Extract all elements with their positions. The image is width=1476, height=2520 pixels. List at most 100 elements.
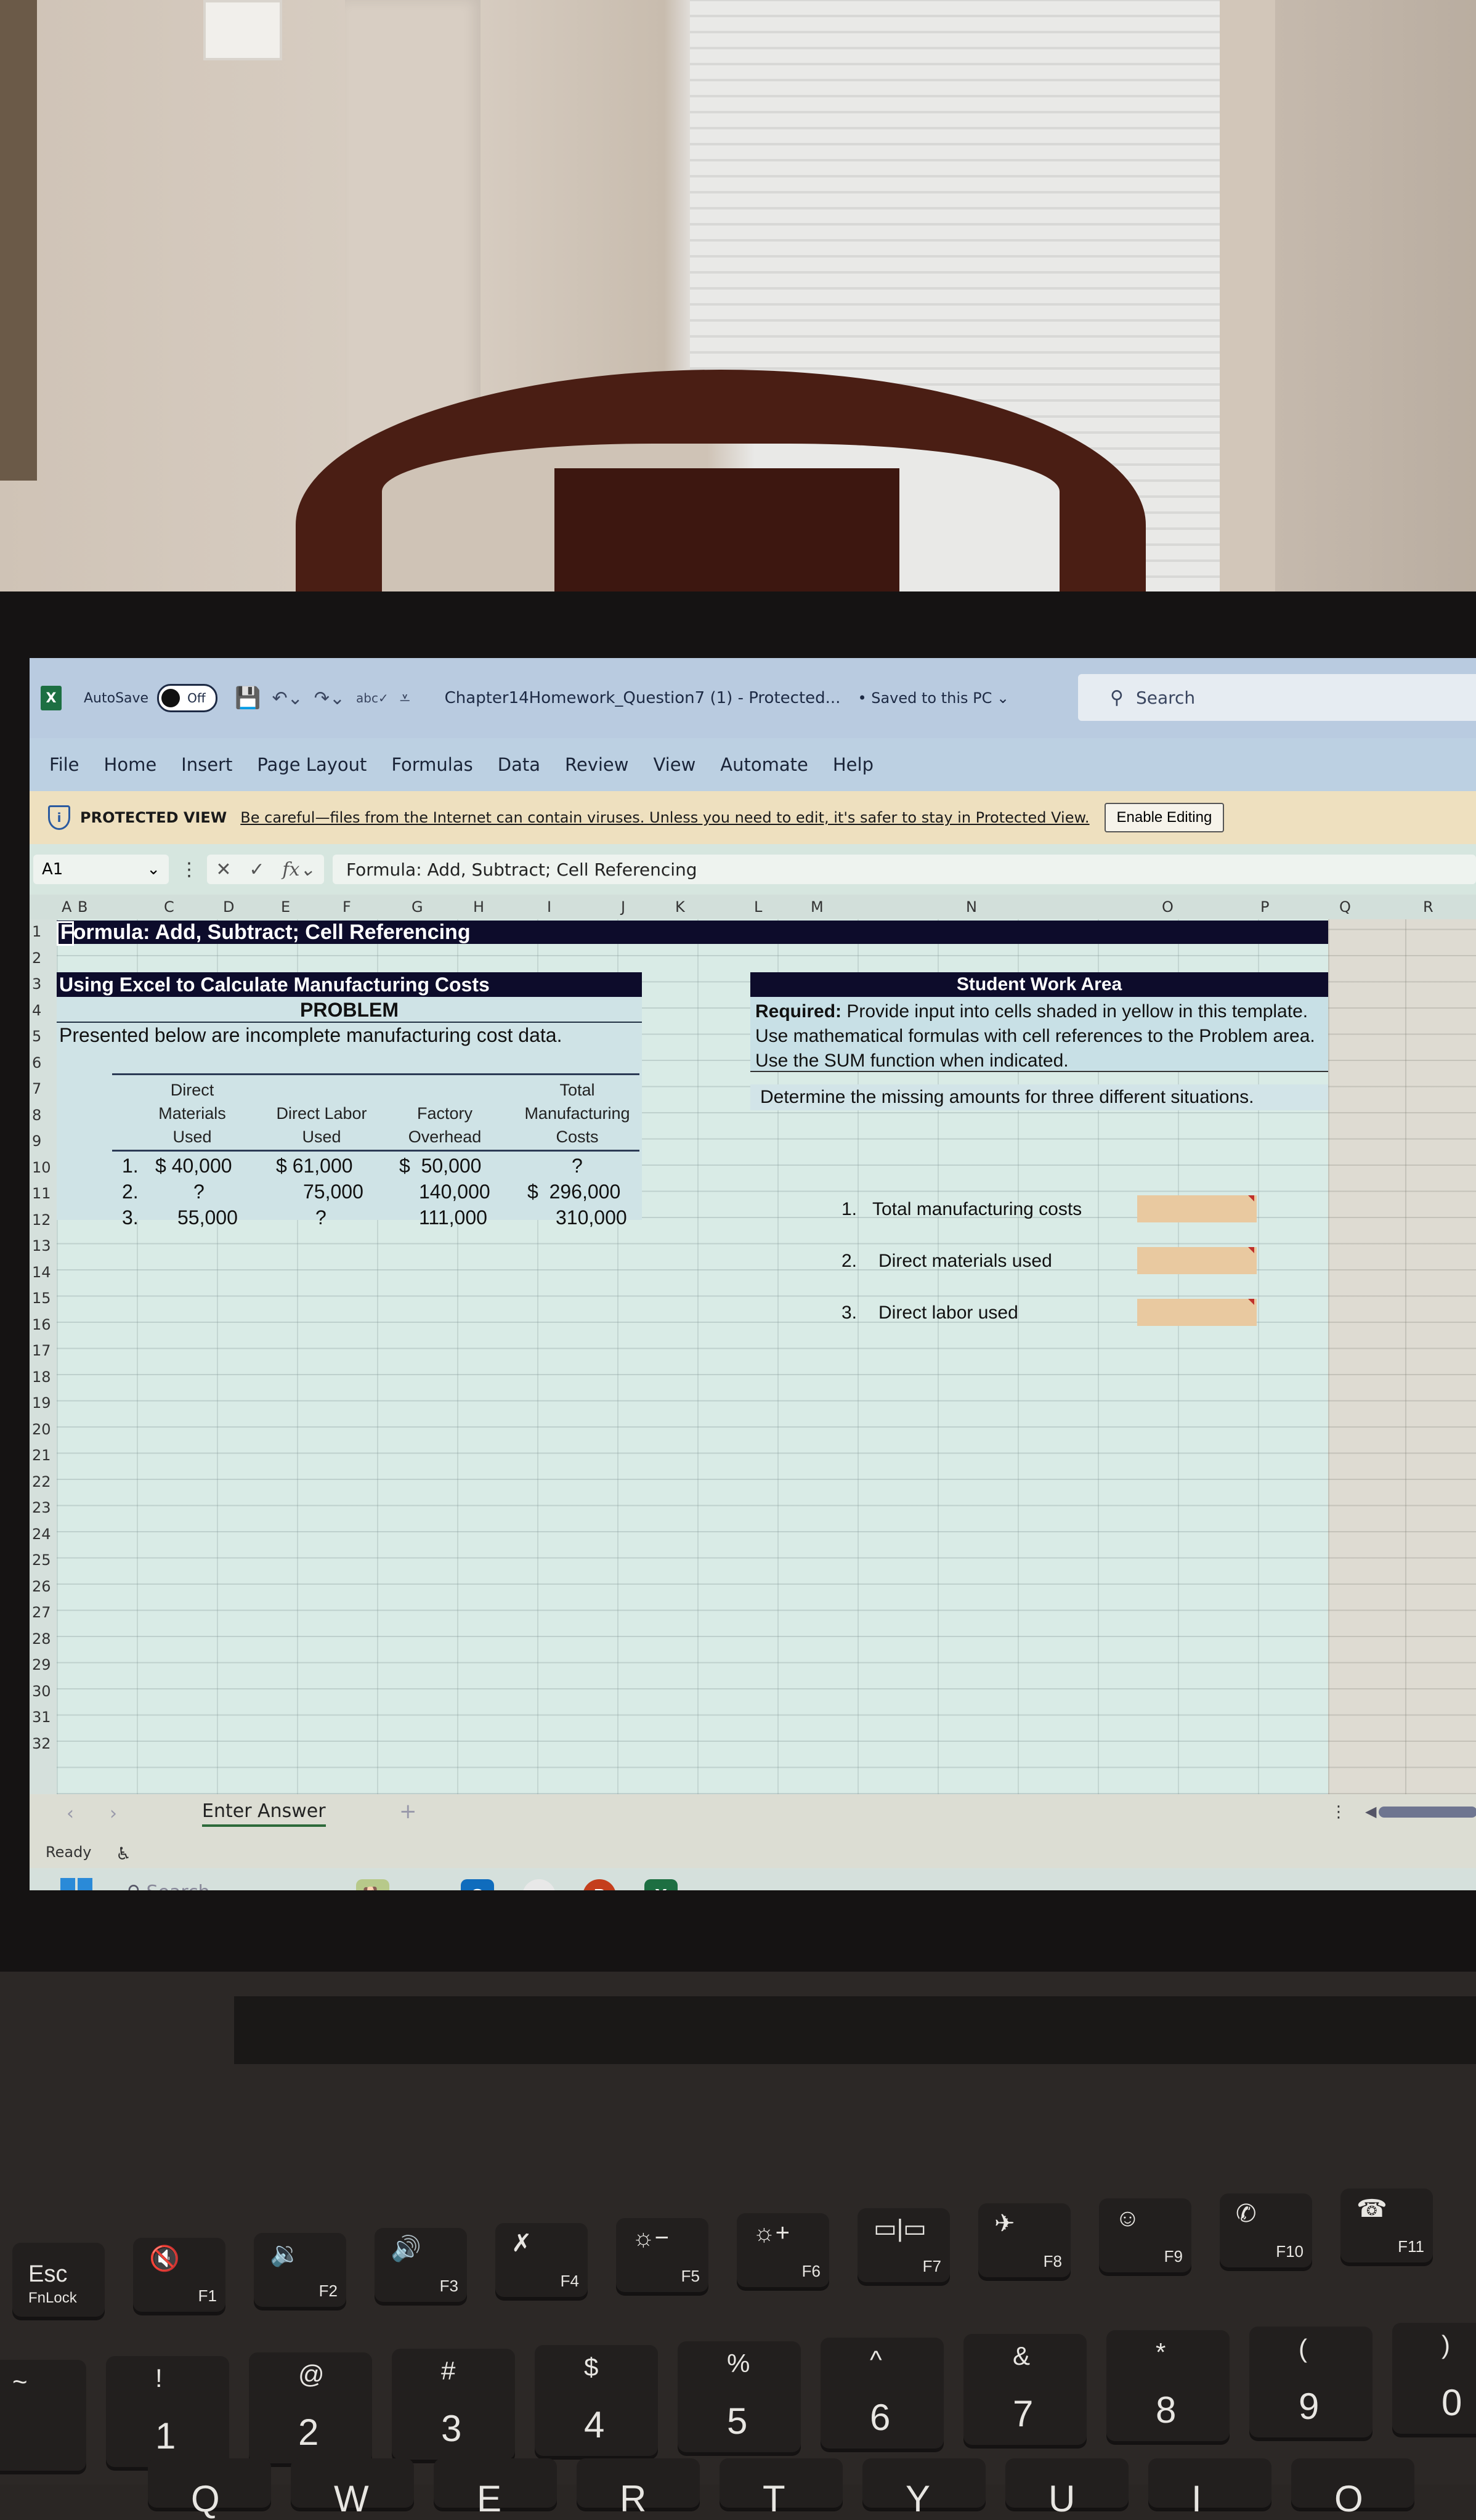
row-header[interactable]: 3 <box>32 975 41 993</box>
taskbar-search[interactable]: ⚲ Search <box>127 1882 210 1890</box>
key-0[interactable]: ) 0 <box>1392 2323 1476 2434</box>
key-w[interactable]: W <box>291 2458 414 2519</box>
undo-icon[interactable]: ↶⌄ <box>272 688 302 709</box>
key-esc[interactable]: Esc FnLock <box>12 2243 105 2317</box>
row-header[interactable]: 31 <box>32 1709 51 1726</box>
more-options-icon[interactable]: ⋮ <box>1331 1803 1347 1821</box>
column-header[interactable]: C <box>164 898 174 916</box>
key-3[interactable]: # 3 <box>392 2349 515 2460</box>
key-f8[interactable]: ✈ F8 <box>978 2203 1071 2277</box>
column-header[interactable]: R <box>1423 898 1433 916</box>
row-header[interactable]: 14 <box>32 1264 51 1281</box>
row-header[interactable]: 1 <box>32 923 41 940</box>
row-header[interactable]: 32 <box>32 1735 51 1752</box>
key-i[interactable]: I <box>1148 2458 1271 2519</box>
column-header[interactable]: J <box>621 898 625 916</box>
row-header[interactable]: 12 <box>32 1211 51 1229</box>
column-header[interactable]: Q <box>1339 898 1351 916</box>
excel-taskbar-icon[interactable]: X <box>644 1879 678 1890</box>
save-status[interactable]: • Saved to this PC ⌄ <box>858 689 1009 707</box>
direct-materials-cell[interactable]: $ 40,000 <box>155 1153 232 1178</box>
row-header[interactable]: 28 <box>32 1630 51 1648</box>
powerpoint-icon[interactable]: P <box>583 1879 616 1890</box>
search-input[interactable]: ⚲ Search <box>1078 674 1476 721</box>
tab-formulas[interactable]: Formulas <box>391 754 472 775</box>
active-cell-a1[interactable] <box>57 921 74 946</box>
row-header[interactable]: 9 <box>32 1132 41 1150</box>
row-header[interactable]: 17 <box>32 1342 51 1359</box>
horizontal-scrollbar[interactable] <box>1379 1807 1476 1818</box>
customize-toolbar-icon[interactable]: ⩡ <box>400 688 410 709</box>
direct-materials-cell[interactable]: ? <box>193 1179 205 1204</box>
spelling-icon[interactable]: abc✓ <box>356 691 389 705</box>
column-header[interactable]: A <box>62 898 71 916</box>
key-q[interactable]: Q <box>148 2458 271 2519</box>
tab-view[interactable]: View <box>653 754 695 775</box>
save-icon[interactable]: 💾 <box>235 686 261 710</box>
row-header[interactable]: 13 <box>32 1237 51 1254</box>
tab-insert[interactable]: Insert <box>181 754 232 775</box>
row-header[interactable]: 5 <box>32 1028 41 1045</box>
row-header[interactable]: 29 <box>32 1656 51 1673</box>
windows-start-icon[interactable] <box>60 1878 92 1890</box>
key-r[interactable]: R <box>577 2458 700 2519</box>
direct-materials-cell[interactable]: 55,000 <box>177 1205 238 1230</box>
accessibility-icon[interactable]: ♿ <box>116 1843 131 1864</box>
key-7[interactable]: & 7 <box>963 2334 1087 2445</box>
row-header[interactable]: 19 <box>32 1394 51 1412</box>
column-header[interactable]: N <box>966 898 977 916</box>
key-1[interactable]: ! 1 <box>106 2356 229 2467</box>
direct-labor-cell[interactable]: 75,000 <box>303 1179 363 1204</box>
key-9[interactable]: ( 9 <box>1249 2327 1373 2437</box>
row-header[interactable]: 8 <box>32 1107 41 1124</box>
row-header[interactable]: 10 <box>32 1159 51 1176</box>
key-f11[interactable]: ☎ F11 <box>1340 2189 1433 2262</box>
row-header[interactable]: 22 <box>32 1473 51 1490</box>
column-header[interactable]: F <box>343 898 351 916</box>
tab-review[interactable]: Review <box>565 754 628 775</box>
factory-overhead-cell[interactable]: 140,000 <box>419 1179 490 1204</box>
row-header[interactable]: 18 <box>32 1368 51 1386</box>
enable-editing-button[interactable]: Enable Editing <box>1104 803 1225 832</box>
row-header[interactable]: 11 <box>32 1185 51 1202</box>
factory-overhead-cell[interactable]: $ 50,000 <box>399 1153 481 1178</box>
key-o[interactable]: O <box>1291 2458 1414 2519</box>
more-options-icon[interactable]: ⋮ <box>180 859 198 880</box>
column-header[interactable]: D <box>223 898 234 916</box>
factory-overhead-cell[interactable]: 111,000 <box>419 1205 487 1230</box>
key-f7[interactable]: ▭|▭ F7 <box>858 2208 950 2282</box>
key-4[interactable]: $ 4 <box>535 2345 658 2456</box>
add-sheet-icon[interactable]: + <box>399 1799 417 1824</box>
key-2[interactable]: @ 2 <box>249 2352 372 2463</box>
key-5[interactable]: % 5 <box>678 2341 801 2452</box>
key-6[interactable]: ^ 6 <box>821 2338 944 2449</box>
column-header[interactable]: H <box>473 898 484 916</box>
previous-sheet-icon[interactable]: ‹ <box>67 1803 74 1824</box>
tab-automate[interactable]: Automate <box>720 754 808 775</box>
key-f1[interactable]: 🔇 F1 <box>133 2238 225 2312</box>
row-header[interactable]: 7 <box>32 1080 41 1097</box>
total-cost-cell[interactable]: ? <box>572 1153 583 1178</box>
key-f10[interactable]: ✆ F10 <box>1220 2193 1312 2267</box>
column-header[interactable]: G <box>412 898 423 916</box>
scroll-left-icon[interactable]: ◀ <box>1365 1803 1376 1820</box>
key-u[interactable]: U <box>1005 2458 1129 2519</box>
key-tilde[interactable]: ~ <box>0 2360 86 2471</box>
tab-page-layout[interactable]: Page Layout <box>257 754 367 775</box>
tab-help[interactable]: Help <box>833 754 874 775</box>
row-header[interactable]: 30 <box>32 1683 51 1700</box>
formula-input[interactable]: Formula: Add, Subtract; Cell Referencing <box>333 855 1476 884</box>
row-header[interactable]: 25 <box>32 1551 51 1569</box>
answer-direct-materials-used[interactable] <box>1137 1247 1257 1274</box>
key-8[interactable]: * 8 <box>1106 2330 1230 2441</box>
row-header[interactable]: 21 <box>32 1447 51 1464</box>
column-header[interactable]: M <box>811 898 824 916</box>
answer-total-manufacturing-costs[interactable] <box>1137 1195 1257 1222</box>
confirm-icon[interactable]: ✓ <box>249 859 264 880</box>
direct-labor-cell[interactable]: ? <box>315 1205 326 1230</box>
autosave-toggle[interactable]: Off <box>157 684 218 712</box>
key-f4[interactable]: ✗ F4 <box>495 2223 588 2297</box>
row-header[interactable]: 23 <box>32 1499 51 1516</box>
key-t[interactable]: T <box>720 2458 843 2519</box>
column-header[interactable]: B <box>78 898 87 916</box>
